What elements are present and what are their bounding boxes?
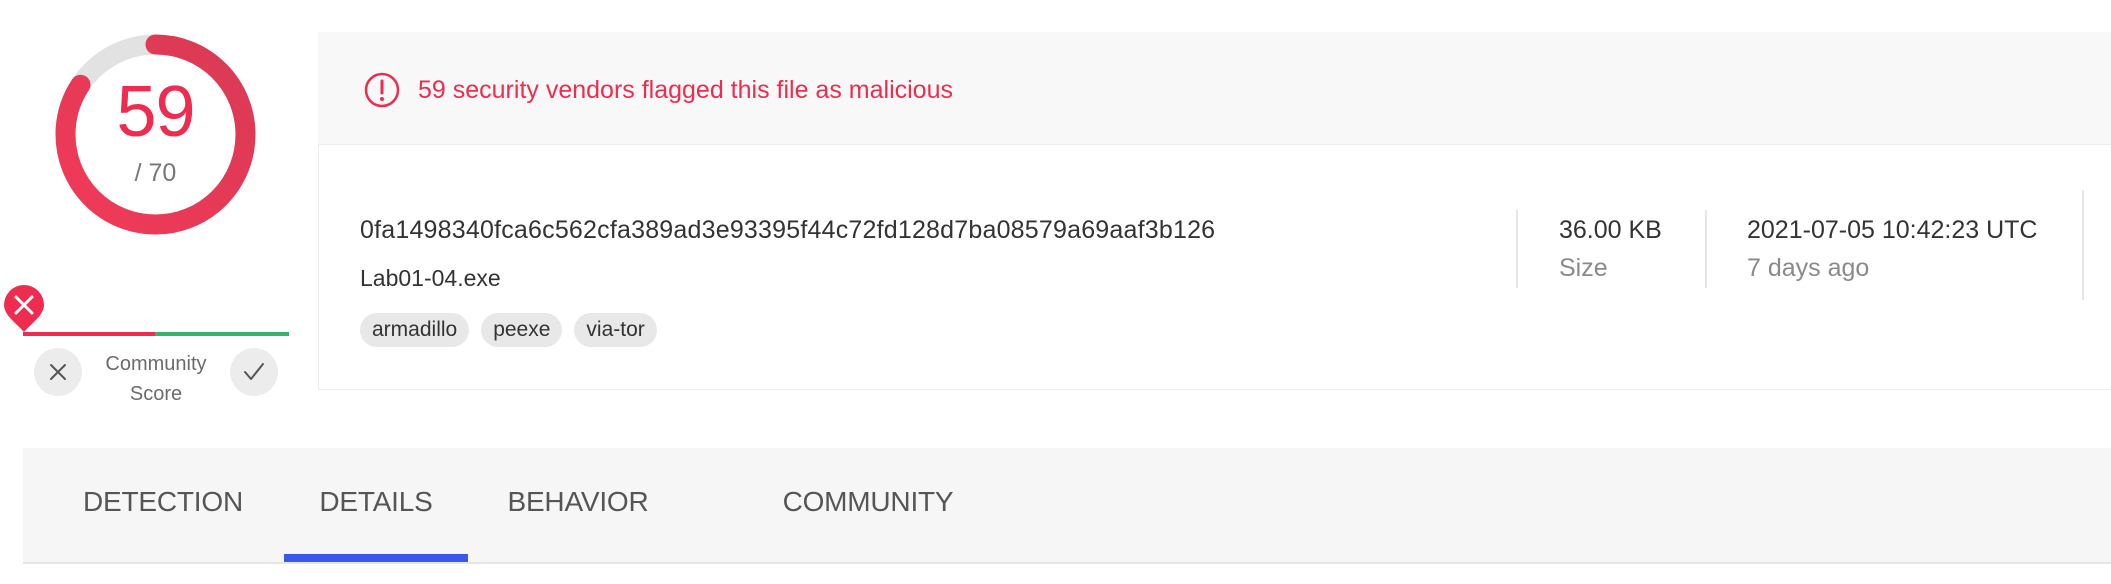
analysis-date-relative: 7 days ago	[1747, 254, 1870, 282]
tab-community[interactable]: COMMUNITY	[748, 448, 988, 562]
community-score-label-line2: Score	[129, 383, 183, 405]
community-score-label-line1: Community	[105, 353, 207, 375]
community-score-bar	[23, 332, 289, 336]
report-tabs: DETECTION DETAILS BEHAVIOR COMMUNITY	[23, 448, 2111, 564]
file-hash[interactable]: 0fa1498340fca6c562cfa389ad3e93395f44c72f…	[360, 216, 1215, 245]
close-icon	[50, 364, 66, 380]
upvote-button[interactable]	[230, 348, 278, 396]
divider	[1516, 210, 1518, 288]
community-score-marker	[2, 285, 46, 333]
file-size-value: 36.00 KB	[1559, 216, 1662, 244]
file-tags: armadillo peexe via-tor	[360, 313, 657, 347]
tag-via-tor[interactable]: via-tor	[574, 313, 657, 347]
tab-detection[interactable]: DETECTION	[83, 448, 243, 562]
close-icon	[4, 285, 44, 332]
detection-score-gauge: 59 / 70	[54, 33, 257, 236]
divider	[2082, 190, 2084, 300]
community-score-negative	[23, 332, 155, 336]
tab-details[interactable]: DETAILS	[284, 448, 468, 562]
exclamation-circle-icon	[364, 72, 400, 108]
community-score-label: Community Score	[95, 349, 217, 409]
tag-peexe[interactable]: peexe	[481, 313, 563, 347]
detection-count: 59	[116, 72, 195, 152]
community-score-positive	[155, 332, 289, 336]
tag-armadillo[interactable]: armadillo	[360, 313, 470, 347]
file-size-label: Size	[1559, 254, 1608, 282]
active-tab-indicator	[284, 554, 468, 562]
divider	[1705, 210, 1707, 288]
alert-message: 59 security vendors flagged this file as…	[418, 76, 953, 104]
file-name: Lab01-04.exe	[360, 265, 501, 291]
check-icon	[244, 363, 264, 380]
tab-behavior[interactable]: BEHAVIOR	[488, 448, 668, 562]
engine-total: / 70	[134, 159, 177, 187]
analysis-date-value: 2021-07-05 10:42:23 UTC	[1747, 216, 2038, 244]
downvote-button[interactable]	[34, 348, 82, 396]
malicious-alert-banner: 59 security vendors flagged this file as…	[318, 32, 2111, 145]
